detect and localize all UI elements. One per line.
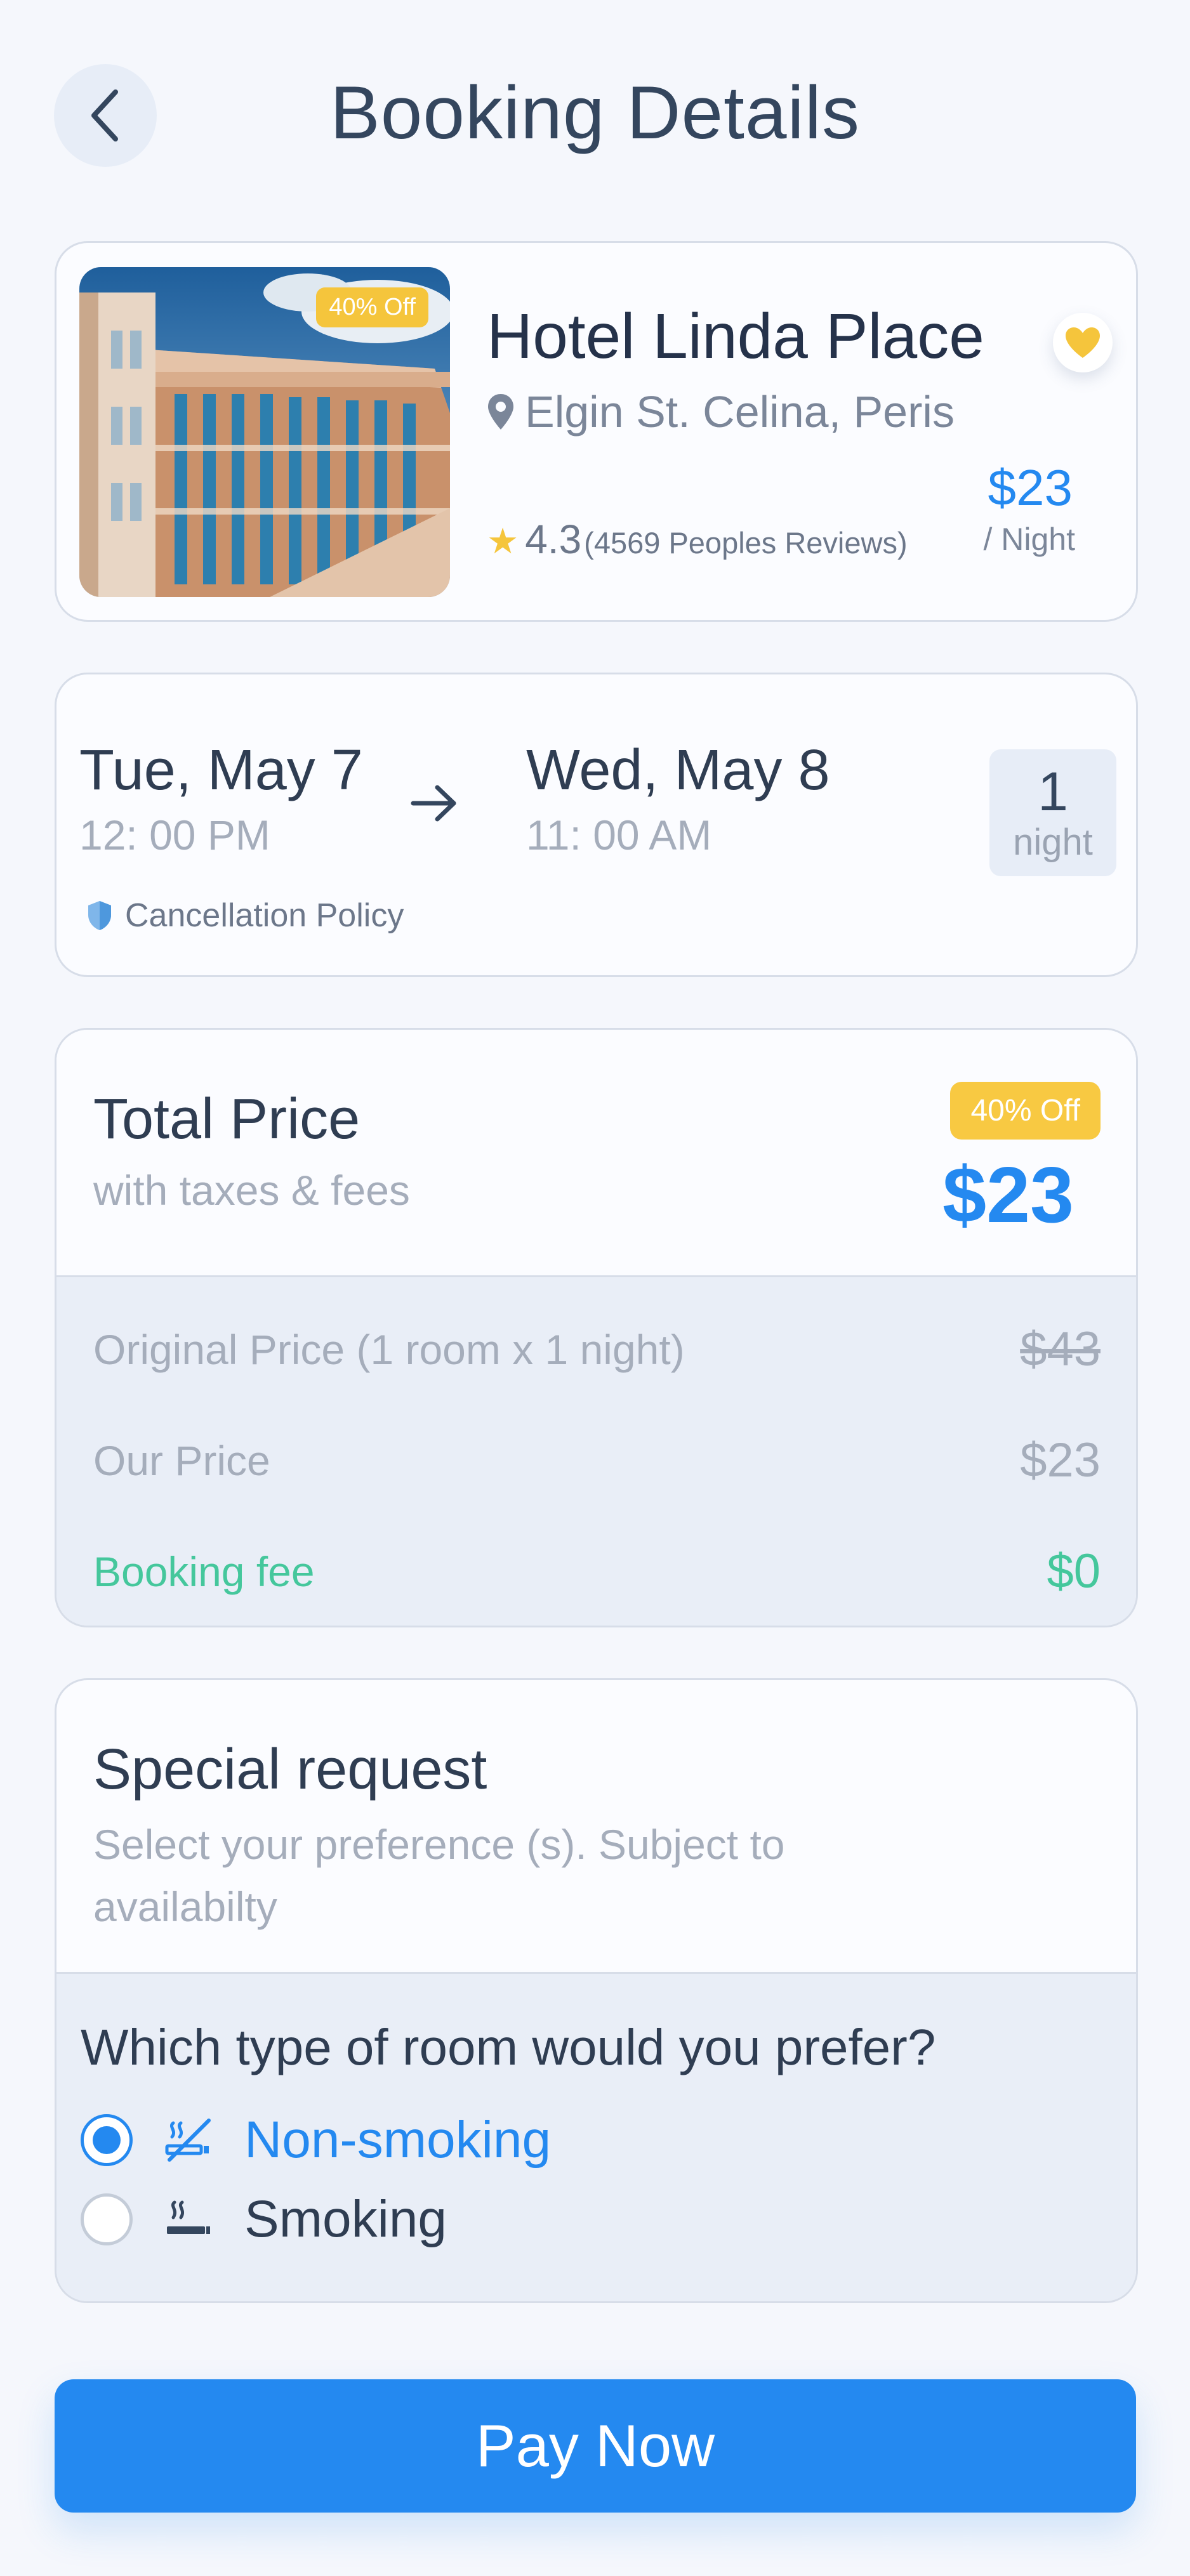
- room-preference-section: Which type of room would you prefer? Non…: [56, 1972, 1136, 2301]
- hotel-rating: ★ 4.3 (4569 Peoples Reviews): [487, 516, 908, 563]
- price-summary-header: Total Price with taxes & fees 40% Off $2…: [56, 1030, 1136, 1275]
- review-count: (4569 Peoples Reviews): [584, 526, 908, 560]
- price-row-value: $23: [1020, 1433, 1101, 1487]
- hotel-location: Elgin St. Celina, Peris: [487, 386, 955, 437]
- arrow-right-icon: [411, 785, 456, 822]
- price-summary-card: Total Price with taxes & fees 40% Off $2…: [55, 1028, 1138, 1627]
- price-row-label: Booking fee: [93, 1548, 315, 1595]
- radio-button-unselected[interactable]: [81, 2193, 133, 2245]
- option-label: Smoking: [244, 2190, 447, 2248]
- star-icon: ★: [487, 521, 519, 561]
- price-breakdown: Original Price (1 room x 1 night) $43 Ou…: [56, 1275, 1136, 1626]
- checkout-block: Wed, May 8 11: 00 AM: [526, 738, 830, 859]
- special-request-title: Special request: [93, 1738, 487, 1801]
- app-header: Booking Details: [0, 0, 1190, 228]
- price-row-value: $43: [1020, 1322, 1101, 1376]
- price-row-booking-fee: Booking fee $0: [93, 1544, 1101, 1599]
- location-pin-icon: [488, 394, 513, 430]
- option-label: Non-smoking: [244, 2111, 552, 2169]
- page-title: Booking Details: [330, 71, 860, 155]
- room-preference-question: Which type of room would you prefer?: [81, 2019, 936, 2075]
- checkout-time: 11: 00 AM: [526, 812, 712, 858]
- hotel-card[interactable]: 40% Off Hotel Linda Place Elgin St. Celi…: [55, 241, 1138, 622]
- special-request-card: Special request Select your preference (…: [55, 1678, 1138, 2303]
- checkin-block: Tue, May 7 12: 00 PM: [79, 738, 363, 859]
- price-row-our: Our Price $23: [93, 1433, 1101, 1488]
- favorite-button[interactable]: [1053, 313, 1113, 372]
- option-non-smoking[interactable]: Non-smoking: [81, 2110, 551, 2170]
- price-row-value: $0: [1047, 1544, 1101, 1598]
- smoking-icon: [167, 2200, 210, 2234]
- heart-icon: [1066, 327, 1100, 358]
- hotel-name: Hotel Linda Place: [487, 301, 984, 372]
- nights-label: night: [1013, 822, 1093, 863]
- location-text: Elgin St. Celina, Peris: [525, 387, 955, 437]
- nightly-price: $23: [988, 459, 1073, 516]
- total-price-subtitle: with taxes & fees: [93, 1167, 410, 1214]
- special-request-subtitle: Select your preference (s). Subject to a…: [93, 1821, 785, 1930]
- radio-button-selected[interactable]: [81, 2114, 133, 2166]
- pay-now-button[interactable]: Pay Now: [55, 2379, 1136, 2513]
- no-smoking-icon: [165, 2119, 211, 2162]
- price-row-original: Original Price (1 room x 1 night) $43: [93, 1322, 1101, 1377]
- rating-score: 4.3: [525, 516, 582, 562]
- checkin-day: Tue, May 7: [79, 739, 363, 802]
- nights-count: 1: [1038, 761, 1068, 822]
- price-row-label: Original Price (1 room x 1 night): [93, 1325, 685, 1373]
- option-smoking[interactable]: Smoking: [81, 2190, 447, 2249]
- shield-icon: [88, 901, 111, 930]
- price-row-label: Our Price: [93, 1436, 270, 1484]
- hotel-photo: 40% Off: [79, 267, 450, 597]
- checkin-time: 12: 00 PM: [79, 812, 270, 858]
- price-discount-badge: 40% Off: [950, 1082, 1101, 1140]
- checkout-day: Wed, May 8: [526, 739, 830, 802]
- policy-label: Cancellation Policy: [125, 897, 404, 934]
- total-price-value: $23: [942, 1152, 1074, 1239]
- cancellation-policy-link[interactable]: Cancellation Policy: [86, 897, 404, 935]
- nights-count-box: 1 night: [989, 749, 1116, 876]
- total-price-title: Total Price: [93, 1088, 360, 1151]
- stay-dates-card[interactable]: Tue, May 7 12: 00 PM Wed, May 8 11: 00 A…: [55, 673, 1138, 977]
- nightly-price-unit: / Night: [983, 522, 1075, 557]
- discount-badge: 40% Off: [316, 287, 428, 327]
